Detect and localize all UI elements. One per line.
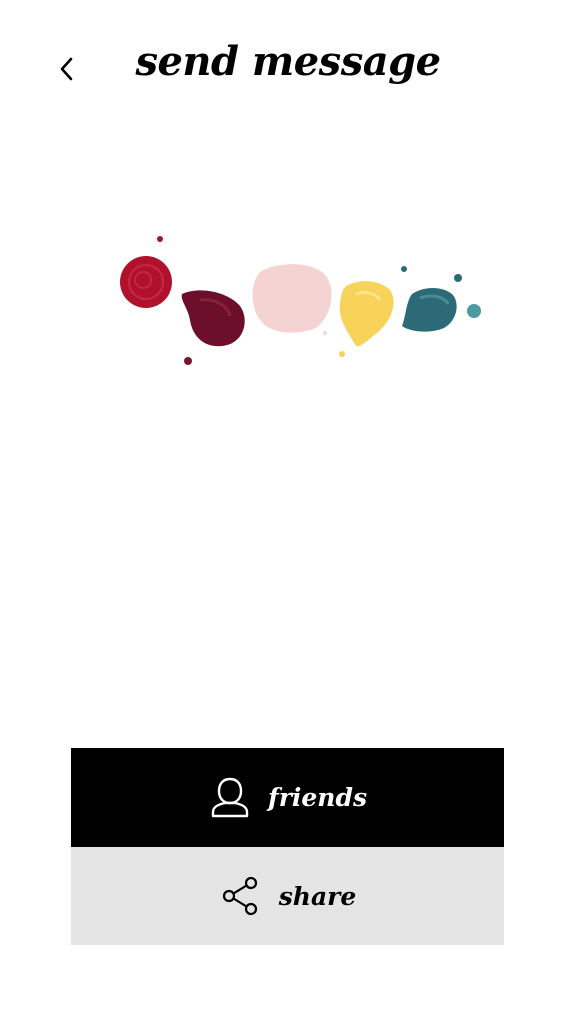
person-icon: [208, 776, 252, 820]
share-button[interactable]: share: [71, 847, 504, 945]
share-label: share: [278, 881, 357, 911]
friends-label: friends: [267, 783, 368, 812]
nail-polish-illustration: [120, 236, 481, 365]
share-icon: [219, 874, 263, 918]
friends-button[interactable]: friends: [71, 748, 504, 847]
page-title: send message: [135, 38, 441, 85]
header: send message: [0, 0, 576, 140]
